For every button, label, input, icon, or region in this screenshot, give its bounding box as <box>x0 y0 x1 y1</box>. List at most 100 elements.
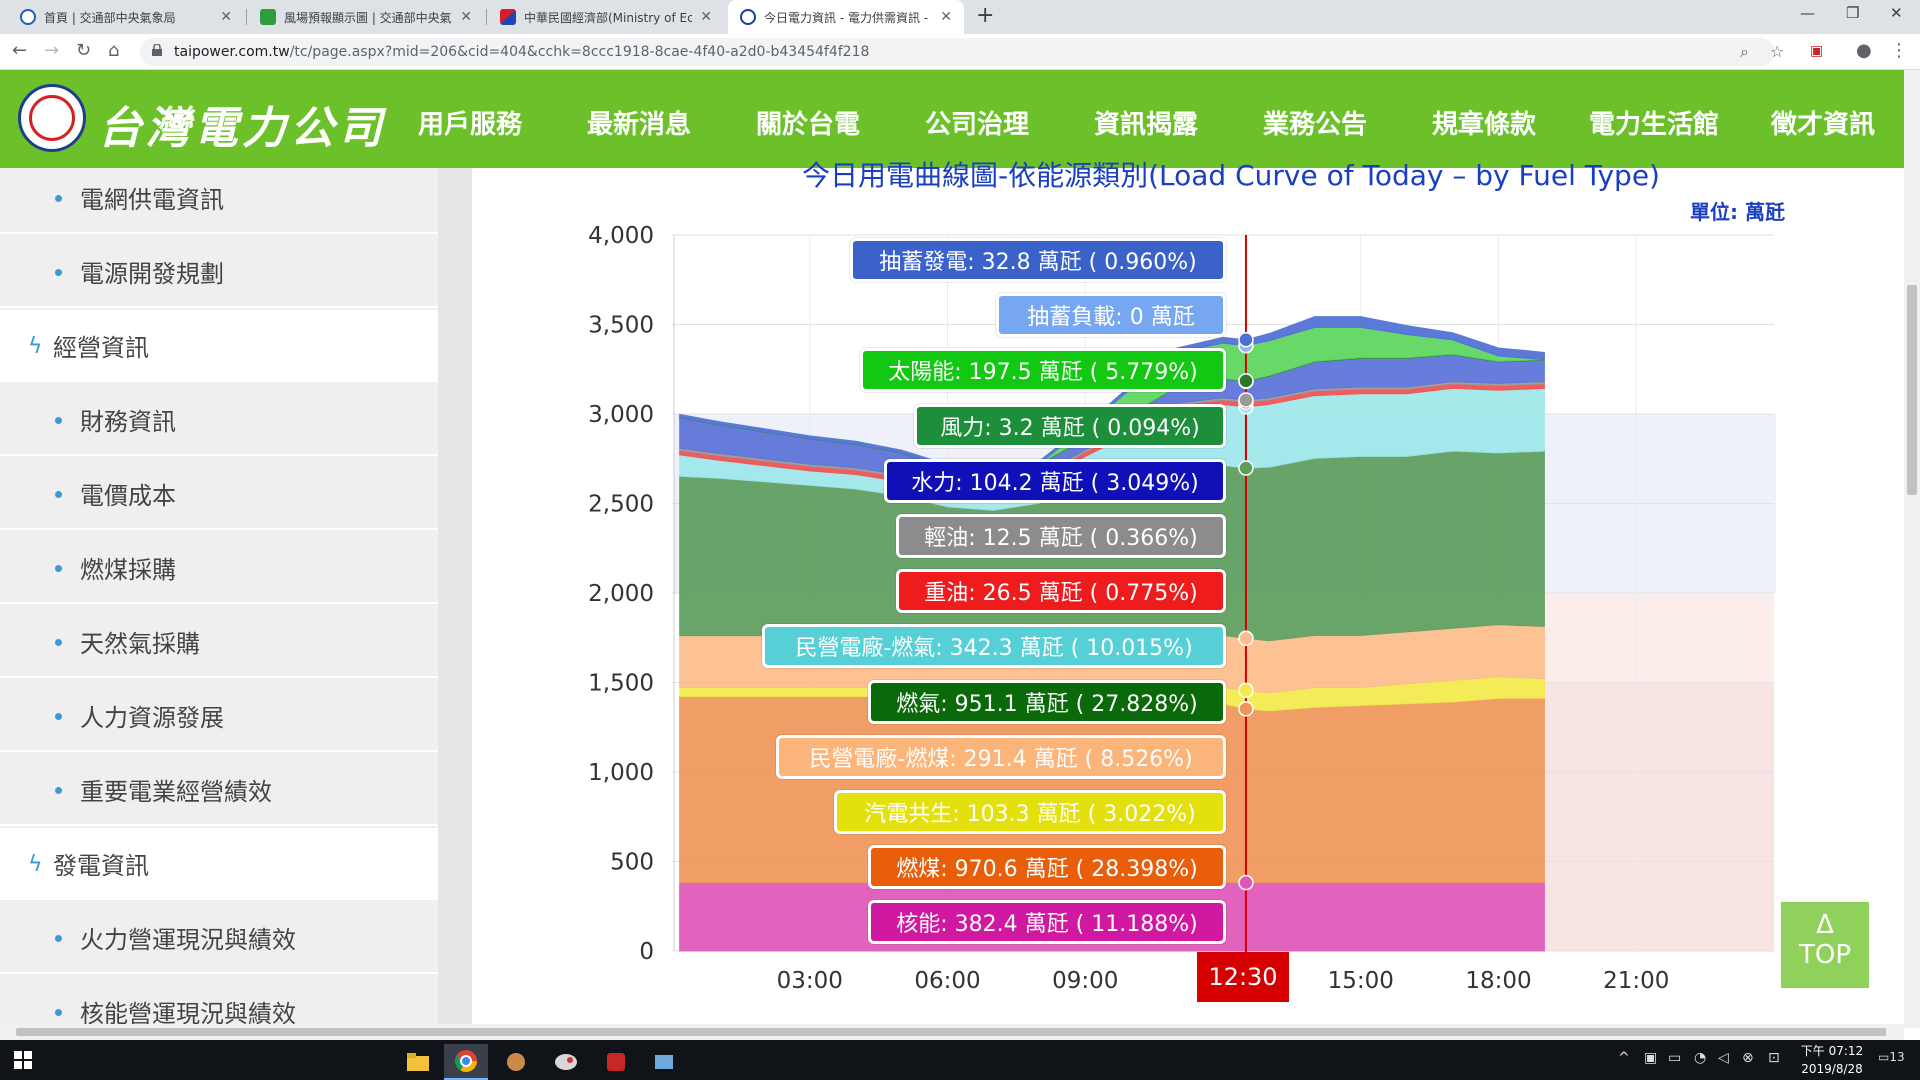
sidebar-item-thermal[interactable]: 火力營運現況與績效 <box>0 902 438 974</box>
sidebar-item-finance[interactable]: 財務資訊 <box>0 384 438 456</box>
tooltip-item: 輕油: 12.5 萬瓩 ( 0.366%) <box>896 514 1226 558</box>
tray-icon[interactable]: ⊗ <box>1742 1050 1754 1066</box>
app-icon[interactable] <box>642 1044 686 1080</box>
notification-center-icon[interactable]: ▭13 <box>1878 1050 1905 1064</box>
y-tick-label: 0 <box>639 939 654 965</box>
cwb-favicon-icon <box>20 9 36 25</box>
sidebar-category-generation[interactable]: ϟ 發電資訊 <box>0 828 438 900</box>
taskbar-clock[interactable]: 下午 07:12 2019/8/28 <box>1800 1042 1864 1078</box>
taipower-logo[interactable] <box>18 84 86 152</box>
vertical-scrollbar[interactable] <box>1904 70 1920 1028</box>
nav-item-8[interactable]: 徵才資訊 <box>1771 104 1875 141</box>
marker-燃煤 <box>1238 701 1254 717</box>
marker-燃氣 <box>1238 460 1254 476</box>
marker-核能 <box>1238 874 1254 891</box>
address-bar[interactable]: taipower.com.tw/tc/page.aspx?mid=206&cid… <box>140 38 1784 66</box>
reload-icon[interactable]: ↻ <box>76 40 91 61</box>
tooltip-item: 汽電共生: 103.3 萬瓩 ( 3.022%) <box>834 790 1226 834</box>
minimize-button[interactable]: — <box>1800 4 1815 22</box>
tray-icon[interactable]: ▣ <box>1644 1050 1657 1066</box>
sidebar-item-performance[interactable]: 重要電業經營績效 <box>0 754 438 826</box>
lightning-icon: ϟ <box>28 334 43 359</box>
site-logo-text[interactable]: 台灣電力公司 <box>98 92 386 156</box>
sidebar-item-nuclear[interactable]: 核能營運現況與績效 <box>0 976 438 1028</box>
menu-kebab-icon[interactable]: ⋮ <box>1890 40 1908 61</box>
sidebar-gutter <box>438 168 472 1028</box>
close-icon[interactable]: ✕ <box>700 9 712 25</box>
battery-icon[interactable]: ▭ <box>1668 1050 1681 1066</box>
bookmark-star-icon[interactable]: ☆ <box>1770 42 1784 61</box>
sidebar-item-power-planning[interactable]: 電源開發規劃 <box>0 236 438 308</box>
tooltip-item: 抽蓄負載: 0 萬瓩 <box>996 293 1226 338</box>
nav-item-6[interactable]: 規章條款 <box>1432 104 1536 141</box>
marker-汽電共生 <box>1238 682 1254 699</box>
taipower-favicon-icon <box>740 9 756 25</box>
volume-icon[interactable]: ◁ <box>1718 1050 1729 1066</box>
windows-taskbar: ^ ▣ ▭ ◔ ◁ ⊗ ⊡ 下午 07:12 2019/8/28 ▭13 <box>0 1040 1920 1080</box>
sidebar-item-label: 電源開發規劃 <box>80 259 224 288</box>
app-icon[interactable] <box>594 1044 638 1080</box>
sidebar-item-label: 財務資訊 <box>80 407 176 436</box>
back-to-top-button[interactable]: Δ TOP <box>1781 902 1869 988</box>
sidebar-item-coal-procurement[interactable]: 燃煤採購 <box>0 532 438 604</box>
extension-icon[interactable]: ▣ <box>1810 43 1823 59</box>
sidebar-item-grid-supply[interactable]: 電網供電資訊 <box>0 168 438 234</box>
restore-button[interactable]: ❐ <box>1846 4 1859 22</box>
sidebar-item-hr[interactable]: 人力資源發展 <box>0 680 438 752</box>
tab-2[interactable]: 中華民國經濟部(Ministry of Economic Affairs) ✕ <box>488 0 724 34</box>
tooltip-item: 抽蓄發電: 32.8 萬瓩 ( 0.960%) <box>850 238 1226 282</box>
nav-item-5[interactable]: 業務公告 <box>1263 104 1367 141</box>
moea-favicon-icon <box>500 9 516 25</box>
nav-item-4[interactable]: 資訊揭露 <box>1094 104 1198 141</box>
profile-avatar-icon[interactable]: ● <box>1856 40 1872 61</box>
tooltip-item: 燃氣: 951.1 萬瓩 ( 27.828%) <box>868 679 1226 724</box>
app-icon[interactable] <box>494 1044 538 1080</box>
y-tick-label: 1,000 <box>588 760 654 786</box>
url-text: taipower.com.tw/tc/page.aspx?mid=206&cid… <box>174 44 870 60</box>
nav-item-1[interactable]: 最新消息 <box>587 104 691 141</box>
x-tick-label: 03:00 <box>777 968 843 994</box>
up-arrow-icon: Δ <box>1816 910 1834 940</box>
windows-start-icon[interactable] <box>14 1051 32 1069</box>
reserve-band-pink <box>1544 593 1774 683</box>
tab-strip: 首頁 | 交通部中央氣象局 ✕ 風場預報顯示圖 | 交通部中央氣象局 ✕ 中華民… <box>0 0 1920 34</box>
map-favicon-icon <box>260 9 276 25</box>
y-tick-label: 2,000 <box>588 581 654 607</box>
tab-3-active[interactable]: 今日電力資訊 - 電力供需資訊 - 資 ✕ <box>728 0 964 34</box>
zoom-icon[interactable]: ⌕ <box>1740 42 1749 62</box>
sidebar-item-gas-procurement[interactable]: 天然氣採購 <box>0 606 438 678</box>
new-tab-button[interactable]: + <box>976 3 994 28</box>
sidebar-item-price-cost[interactable]: 電價成本 <box>0 458 438 530</box>
ime-icon[interactable]: ⊡ <box>1768 1050 1780 1066</box>
tab-title: 首頁 | 交通部中央氣象局 <box>44 10 176 25</box>
reserve-band-red <box>1544 682 1774 951</box>
nav-item-0[interactable]: 用戶服務 <box>418 104 522 141</box>
nav-item-3[interactable]: 公司治理 <box>925 104 1029 141</box>
marker-輕油 <box>1238 392 1254 408</box>
sidebar-category-operations[interactable]: ϟ 經營資訊 <box>0 310 438 382</box>
close-icon[interactable]: ✕ <box>460 9 472 25</box>
nav-item-2[interactable]: 關於台電 <box>756 104 860 141</box>
tooltip-item: 核能: 382.4 萬瓩 ( 11.188%) <box>868 900 1226 945</box>
chrome-icon[interactable] <box>444 1044 488 1080</box>
tray-chevron-icon[interactable]: ^ <box>1618 1050 1630 1066</box>
marker-民營電廠-燃煤 <box>1238 630 1254 647</box>
tab-1[interactable]: 風場預報顯示圖 | 交通部中央氣象局 ✕ <box>248 0 484 34</box>
tab-0[interactable]: 首頁 | 交通部中央氣象局 ✕ <box>8 0 244 34</box>
tooltip-item: 燃煤: 970.6 萬瓩 ( 28.398%) <box>868 845 1226 890</box>
file-explorer-icon[interactable] <box>396 1044 440 1080</box>
horizontal-scrollbar[interactable] <box>0 1024 1904 1040</box>
nav-item-7[interactable]: 電力生活館 <box>1589 104 1719 141</box>
home-icon[interactable]: ⌂ <box>108 40 119 61</box>
close-icon[interactable]: ✕ <box>220 9 232 25</box>
forward-arrow-icon[interactable]: → <box>44 40 59 61</box>
close-icon[interactable]: ✕ <box>940 9 952 25</box>
sidebar: 電網供電資訊 電源開發規劃 ϟ 經營資訊 財務資訊 電價成本 燃煤採購 天然氣採購… <box>0 168 438 1028</box>
y-tick-label: 500 <box>610 850 654 876</box>
wifi-icon[interactable]: ◔ <box>1694 1050 1706 1066</box>
window-close-button[interactable]: ✕ <box>1890 4 1903 22</box>
app-icon[interactable] <box>544 1044 588 1080</box>
x-tick-label: 09:00 <box>1052 968 1118 994</box>
back-arrow-icon[interactable]: ← <box>12 40 27 61</box>
tooltip-item: 重油: 26.5 萬瓩 ( 0.775%) <box>896 569 1226 614</box>
